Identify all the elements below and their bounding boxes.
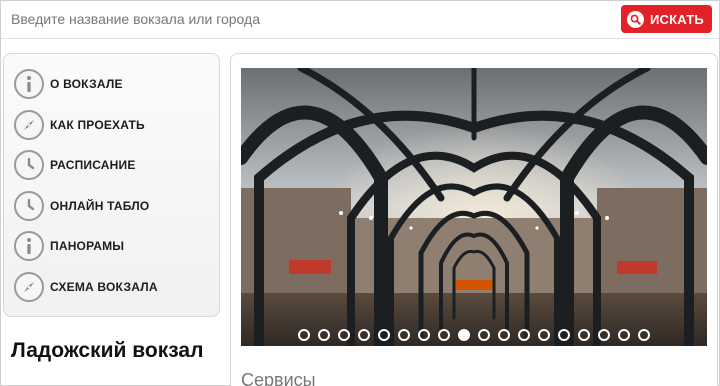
- clock-icon: [14, 150, 44, 181]
- slider-dot[interactable]: [358, 329, 370, 341]
- slider-dot[interactable]: [598, 329, 610, 341]
- sidebar-item-label: ПАНОРАМЫ: [50, 239, 125, 254]
- slider-dot[interactable]: [638, 329, 650, 341]
- slider-dot[interactable]: [298, 329, 310, 341]
- search-button[interactable]: ИСКАТЬ: [621, 5, 712, 33]
- sidebar-menu: О ВОКЗАЛЕ КАК ПРОЕХАТЬ РАСПИСАНИЕ ОНЛАЙН…: [3, 53, 220, 317]
- slider-dot[interactable]: [538, 329, 550, 341]
- slider-dot[interactable]: [518, 329, 530, 341]
- info-icon: [14, 69, 44, 100]
- sidebar-item-online-board[interactable]: ОНЛАЙН ТАБЛО: [4, 186, 219, 227]
- info-icon: [14, 231, 44, 262]
- sidebar-item-label: КАК ПРОЕХАТЬ: [50, 117, 145, 132]
- slider-dot[interactable]: [578, 329, 590, 341]
- slider-dot[interactable]: [338, 329, 350, 341]
- sidebar-item-panoramas[interactable]: ПАНОРАМЫ: [4, 226, 219, 267]
- sidebar-item-about[interactable]: О ВОКЗАЛЕ: [4, 64, 219, 105]
- search-icon: [627, 10, 644, 28]
- slider-dot[interactable]: [318, 329, 330, 341]
- slider-pagination: [241, 329, 707, 341]
- search-button-label: ИСКАТЬ: [650, 11, 704, 27]
- station-title: Ладожский вокзал: [11, 339, 204, 362]
- slider-dot[interactable]: [618, 329, 630, 341]
- sidebar-item-directions[interactable]: КАК ПРОЕХАТЬ: [4, 105, 219, 146]
- slider-dot[interactable]: [558, 329, 570, 341]
- slider-dot[interactable]: [378, 329, 390, 341]
- sidebar-item-station-map[interactable]: СХЕМА ВОКЗАЛА: [4, 267, 219, 308]
- sidebar-item-label: О ВОКЗАЛЕ: [50, 77, 123, 92]
- sidebar-item-label: РАСПИСАНИЕ: [50, 158, 136, 173]
- slider-dot[interactable]: [478, 329, 490, 341]
- photo-slider[interactable]: [241, 68, 707, 346]
- station-hall-photo: [241, 68, 707, 346]
- main-panel: Сервисы: [230, 53, 718, 386]
- compass-icon: [14, 109, 44, 140]
- slider-dot[interactable]: [418, 329, 430, 341]
- compass-icon: [14, 271, 44, 302]
- slider-dot[interactable]: [438, 329, 450, 341]
- sidebar-item-label: СХЕМА ВОКЗАЛА: [50, 279, 158, 294]
- sidebar-item-label: ОНЛАЙН ТАБЛО: [50, 198, 150, 213]
- slider-dot[interactable]: [458, 329, 470, 341]
- clock-icon: [14, 190, 44, 221]
- slider-dot[interactable]: [398, 329, 410, 341]
- slider-dot[interactable]: [498, 329, 510, 341]
- search-input[interactable]: [11, 7, 601, 31]
- section-title: Сервисы: [241, 370, 316, 386]
- sidebar-item-schedule[interactable]: РАСПИСАНИЕ: [4, 145, 219, 186]
- search-bar: ИСКАТЬ: [1, 1, 719, 39]
